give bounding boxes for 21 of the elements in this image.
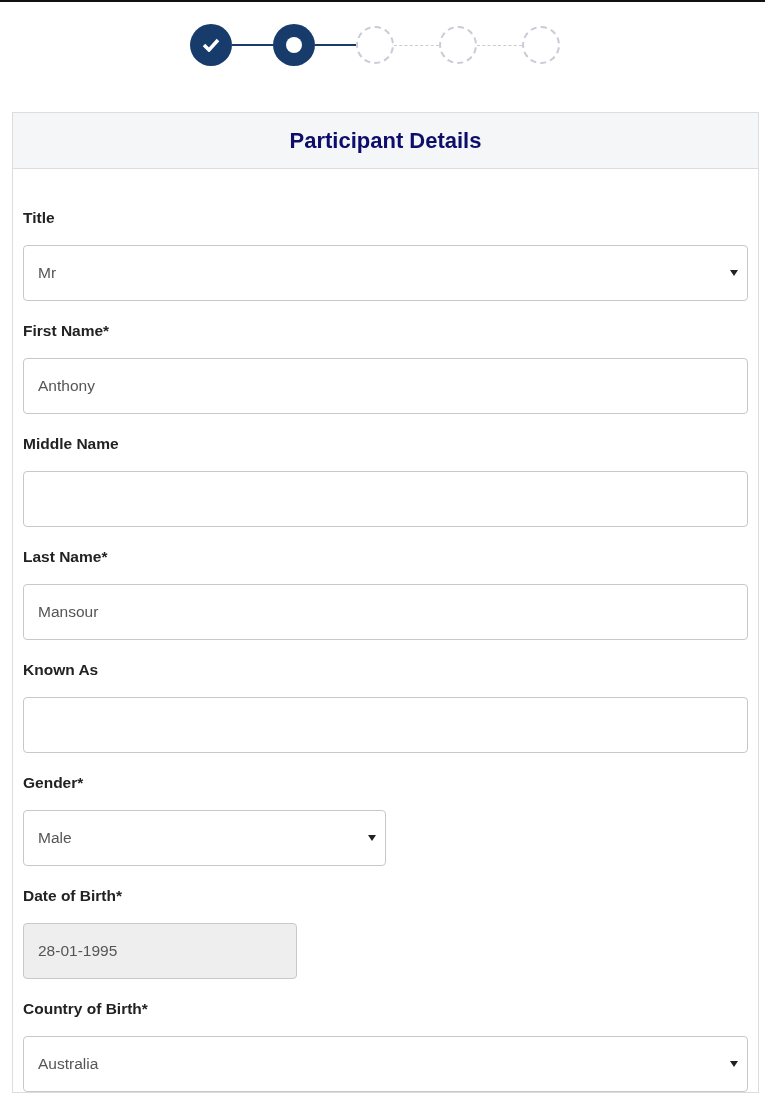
field-label: Last Name* xyxy=(23,547,109,567)
field-label: Date of Birth* xyxy=(23,886,124,906)
field-label: Title xyxy=(23,208,56,228)
caret-icon xyxy=(368,835,376,841)
input-field[interactable]: Mansour xyxy=(23,584,748,640)
step-connector xyxy=(476,44,522,46)
input-field[interactable] xyxy=(23,697,748,753)
step-connector xyxy=(393,44,439,46)
select-field[interactable]: Australia xyxy=(23,1036,748,1092)
field-label: Known As xyxy=(23,660,100,680)
field-label: Gender* xyxy=(23,773,85,793)
field-label: Country of Birth* xyxy=(23,999,149,1019)
card-title: Participant Details xyxy=(289,127,482,154)
caret-icon xyxy=(730,270,738,276)
input-field[interactable]: Anthony xyxy=(23,358,748,414)
select-field[interactable]: Mr xyxy=(23,245,748,301)
field-label: First Name* xyxy=(23,321,111,341)
caret-icon xyxy=(730,1061,738,1067)
field-label: Middle Name xyxy=(23,434,120,454)
input-field[interactable] xyxy=(23,471,748,527)
select-field[interactable]: Male xyxy=(23,810,386,866)
